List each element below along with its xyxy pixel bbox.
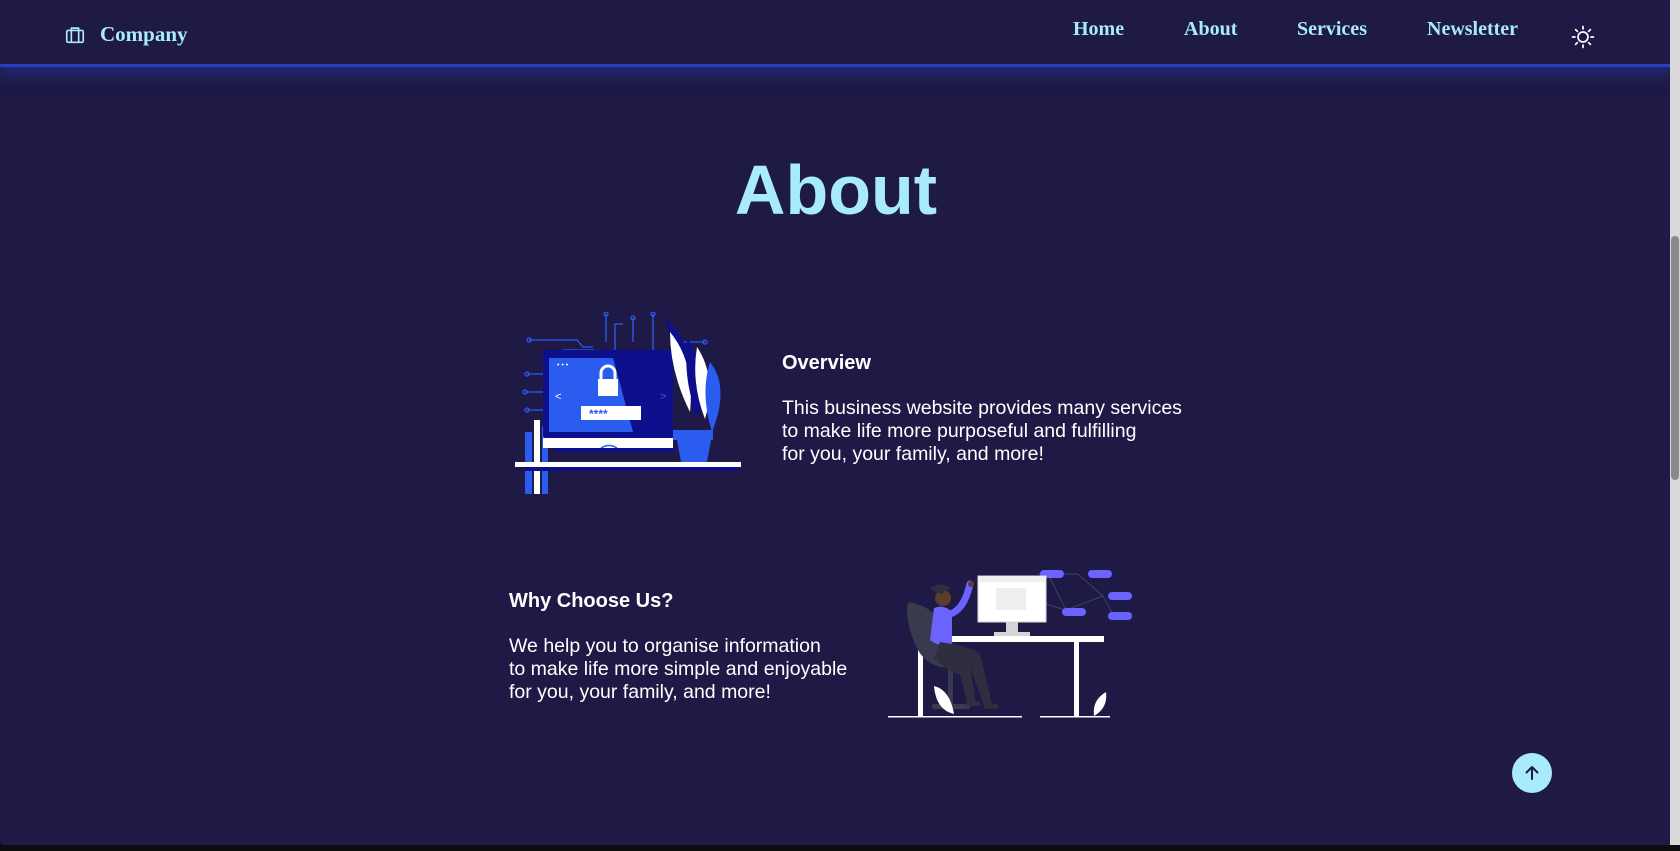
page-title: About	[734, 151, 938, 229]
why-choose-us-text: We help you to organise information to m…	[509, 635, 847, 704]
why-choose-us-heading: Why Choose Us?	[509, 590, 674, 612]
window-dots-text: • • •	[557, 362, 569, 369]
nav-link-newsletter[interactable]: Newsletter	[1427, 18, 1518, 41]
overview-line: This business website provides many serv…	[782, 397, 1182, 419]
sun-icon	[1571, 25, 1595, 49]
overview-heading: Overview	[782, 352, 871, 374]
scroll-to-top-button[interactable]	[1512, 753, 1552, 793]
navbar: Company Home About Services Newsletter	[0, 0, 1672, 67]
password-asterisks-text: ****	[589, 407, 608, 421]
brand[interactable]: Company	[64, 22, 188, 47]
nav-link-services[interactable]: Services	[1297, 18, 1367, 41]
overview-line: for you, your family, and more!	[782, 443, 1044, 465]
theme-toggle-button[interactable]	[1570, 24, 1596, 50]
overview-line: to make life more purposeful and fulfill…	[782, 420, 1137, 442]
nav-link-about[interactable]: About	[1184, 18, 1237, 41]
vertical-scrollbar[interactable]	[1670, 0, 1680, 851]
why-line: to make life more simple and enjoyable	[509, 658, 848, 680]
browser-viewport: Company Home About Services Newsletter A…	[0, 0, 1672, 845]
window-bottom-edge	[0, 845, 1680, 851]
briefcase-icon	[65, 26, 85, 43]
chevron-left-text: <	[555, 391, 561, 403]
scrollbar-thumb[interactable]	[1671, 236, 1679, 480]
why-line: for you, your family, and more!	[509, 681, 771, 703]
person-at-desk-illustration	[888, 570, 1132, 718]
arrow-up-icon	[1525, 766, 1539, 780]
chevron-right-text: >	[660, 391, 666, 403]
why-line: We help you to organise information	[509, 635, 821, 657]
brand-name: Company	[100, 22, 188, 46]
secure-login-illustration: • • • < > ****	[515, 312, 741, 494]
nav-link-home[interactable]: Home	[1073, 18, 1124, 41]
overview-text: This business website provides many serv…	[782, 397, 1182, 466]
